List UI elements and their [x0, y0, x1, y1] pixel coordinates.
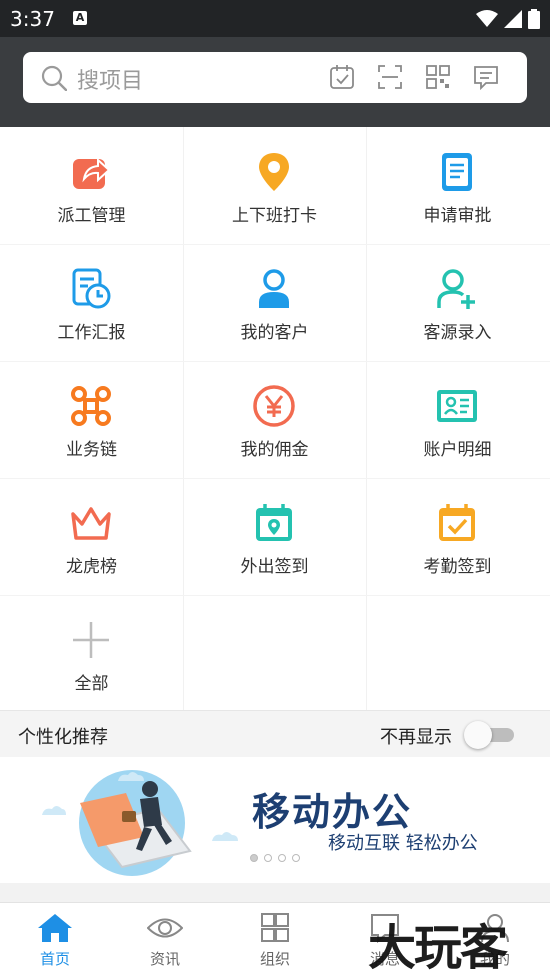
person-icon	[259, 269, 289, 308]
search-input[interactable]: 搜项目	[77, 63, 143, 95]
grid-item-attendance-checkin[interactable]: 考勤签到	[366, 478, 549, 595]
function-grid: 派工管理 上下班打卡 申请审批 工作汇报 我的客户 客源录入 业务链 我的佣金 …	[0, 127, 550, 710]
recommend-bar: 个性化推荐 不再显示	[0, 710, 550, 757]
wifi-icon	[476, 10, 498, 27]
location-pin-icon	[259, 153, 289, 191]
grid-item-account-details[interactable]: 账户明细	[366, 361, 549, 478]
promo-banner[interactable]: 移动办公 移动互联 轻松办公	[0, 757, 550, 883]
hide-label: 不再显示	[380, 727, 452, 748]
search-bar[interactable]: 搜项目	[23, 52, 527, 103]
document-icon	[442, 153, 472, 191]
calendar-icon[interactable]	[329, 64, 355, 90]
signal-icon	[504, 10, 522, 28]
grid-item-approval[interactable]: 申请审批	[366, 127, 549, 244]
grid-item-label: 外出签到	[240, 557, 309, 577]
command-icon	[71, 386, 111, 426]
pager-dot[interactable]	[250, 854, 258, 862]
crown-icon	[71, 507, 111, 540]
pager-dot[interactable]	[278, 854, 286, 862]
banner-pager	[250, 854, 300, 862]
share-box-icon	[73, 157, 111, 189]
grid-item-label: 考勤签到	[423, 557, 492, 577]
notification-icon: A	[73, 11, 87, 25]
grid-item-label: 龙虎榜	[66, 557, 117, 577]
pager-dot[interactable]	[264, 854, 272, 862]
watermark-text: 大玩客	[368, 920, 508, 976]
tab-label: 组织	[259, 950, 290, 968]
search-tools	[329, 64, 499, 91]
grid-item-clock-in[interactable]: 上下班打卡	[183, 127, 366, 244]
tab-organization[interactable]: 组织	[220, 903, 330, 978]
home-icon	[38, 914, 72, 942]
report-clock-icon	[72, 268, 111, 309]
banner-subtitle: 移动互联 轻松办公	[328, 833, 478, 854]
battery-icon	[528, 9, 540, 29]
eye-icon	[147, 918, 183, 938]
tab-label: 资讯	[149, 950, 180, 968]
grid-item-my-customers[interactable]: 我的客户	[183, 244, 366, 361]
add-person-icon	[437, 269, 475, 309]
grid-item-label: 上下班打卡	[232, 206, 317, 226]
grid-item-all[interactable]: 全部	[0, 595, 183, 712]
grid-item-label: 申请审批	[423, 206, 492, 226]
grid-item-label: 账户明细	[423, 440, 492, 460]
status-time: 3:37	[10, 7, 55, 31]
grid-item-label: 客源录入	[423, 323, 492, 343]
grid-item-label: 全部	[74, 674, 109, 694]
tab-news[interactable]: 资讯	[110, 903, 220, 978]
grid-item-dispatch[interactable]: 派工管理	[0, 127, 183, 244]
scan-icon[interactable]	[377, 64, 403, 90]
hide-toggle[interactable]	[464, 721, 516, 749]
message-icon[interactable]	[473, 64, 499, 91]
toggle-knob	[464, 721, 492, 749]
status-icons	[476, 9, 540, 29]
tab-home[interactable]: 首页	[0, 903, 110, 978]
id-card-icon	[437, 390, 477, 422]
grid-item-label: 我的佣金	[240, 440, 309, 460]
calendar-pin-icon	[256, 504, 292, 541]
grid-item-label: 派工管理	[57, 206, 126, 226]
grid-item-commission[interactable]: 我的佣金	[183, 361, 366, 478]
banner-title: 移动办公	[252, 790, 413, 834]
grid-item-label: 我的客户	[240, 323, 309, 343]
mobile-office-illustration	[42, 768, 238, 878]
plus-icon	[73, 622, 109, 658]
grid-item-lead-entry[interactable]: 客源录入	[366, 244, 549, 361]
grid-item-work-report[interactable]: 工作汇报	[0, 244, 183, 361]
pager-dot[interactable]	[292, 854, 300, 862]
tab-label: 首页	[39, 950, 70, 968]
calendar-check-icon	[439, 504, 475, 541]
grid-item-outing-checkin[interactable]: 外出签到	[183, 478, 366, 595]
search-icon	[41, 65, 67, 91]
qr-code-icon[interactable]	[425, 64, 451, 90]
grid-item-business-chain[interactable]: 业务链	[0, 361, 183, 478]
header-bar: 搜项目	[0, 37, 550, 127]
grid-icon	[261, 913, 289, 942]
grid-item-label: 工作汇报	[57, 323, 126, 343]
grid-item-leaderboard[interactable]: 龙虎榜	[0, 478, 183, 595]
status-bar: 3:37 A	[0, 0, 550, 37]
recommend-title: 个性化推荐	[18, 727, 108, 748]
grid-item-label: 业务链	[66, 440, 117, 460]
yen-icon	[253, 385, 295, 427]
